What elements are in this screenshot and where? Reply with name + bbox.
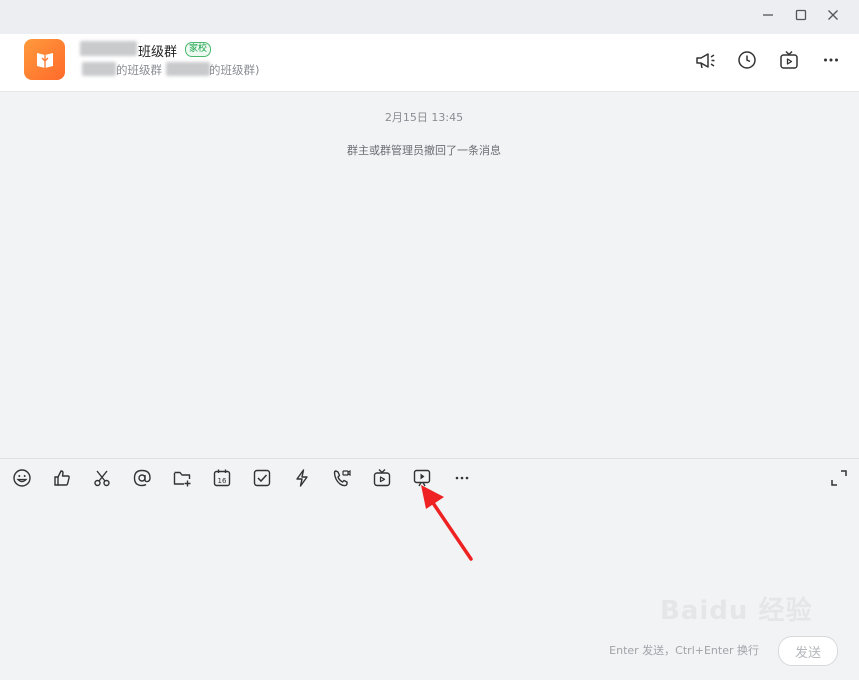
annotation-arrow [421, 485, 473, 561]
